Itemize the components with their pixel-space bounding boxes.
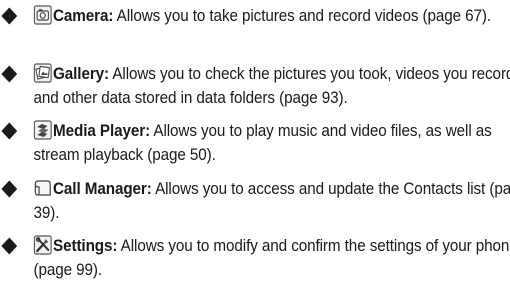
media-player-icon	[33, 120, 52, 140]
call-manager-icon	[34, 179, 51, 196]
list-item-media-player: Media Player: Allows you to play music a…	[0, 119, 510, 167]
gallery-icon	[33, 62, 52, 83]
diamond-bullet	[1, 65, 18, 82]
feature-list: Camera: Allows you to take pictures and …	[0, 4, 510, 292]
list-item-gallery: Gallery: Allows you to check the picture…	[0, 62, 510, 110]
list-item-camera: Camera: Allows you to take pictures and …	[0, 4, 510, 52]
list-item-settings: Settings: Allows you to modify and confi…	[0, 234, 510, 282]
diamond-bullet	[1, 122, 18, 140]
list-item-call-manager: Call Manager: Allows you to access and u…	[0, 177, 510, 225]
feature-name: Media Player:	[53, 122, 151, 140]
feature-name: Settings:	[53, 237, 118, 255]
manual-page: Camera: Allows you to take pictures and …	[0, 0, 510, 291]
feature-name: Call Manager:	[53, 179, 152, 198]
feature-name: Camera:	[53, 7, 114, 25]
diamond-bullet	[1, 7, 18, 25]
diamond-bullet	[1, 180, 18, 197]
feature-description: Allows you to take pictures and record v…	[113, 7, 492, 25]
camera-icon	[33, 5, 52, 25]
diamond-bullet	[1, 237, 18, 255]
feature-name: Gallery:	[53, 64, 110, 83]
settings-icon	[33, 235, 52, 255]
